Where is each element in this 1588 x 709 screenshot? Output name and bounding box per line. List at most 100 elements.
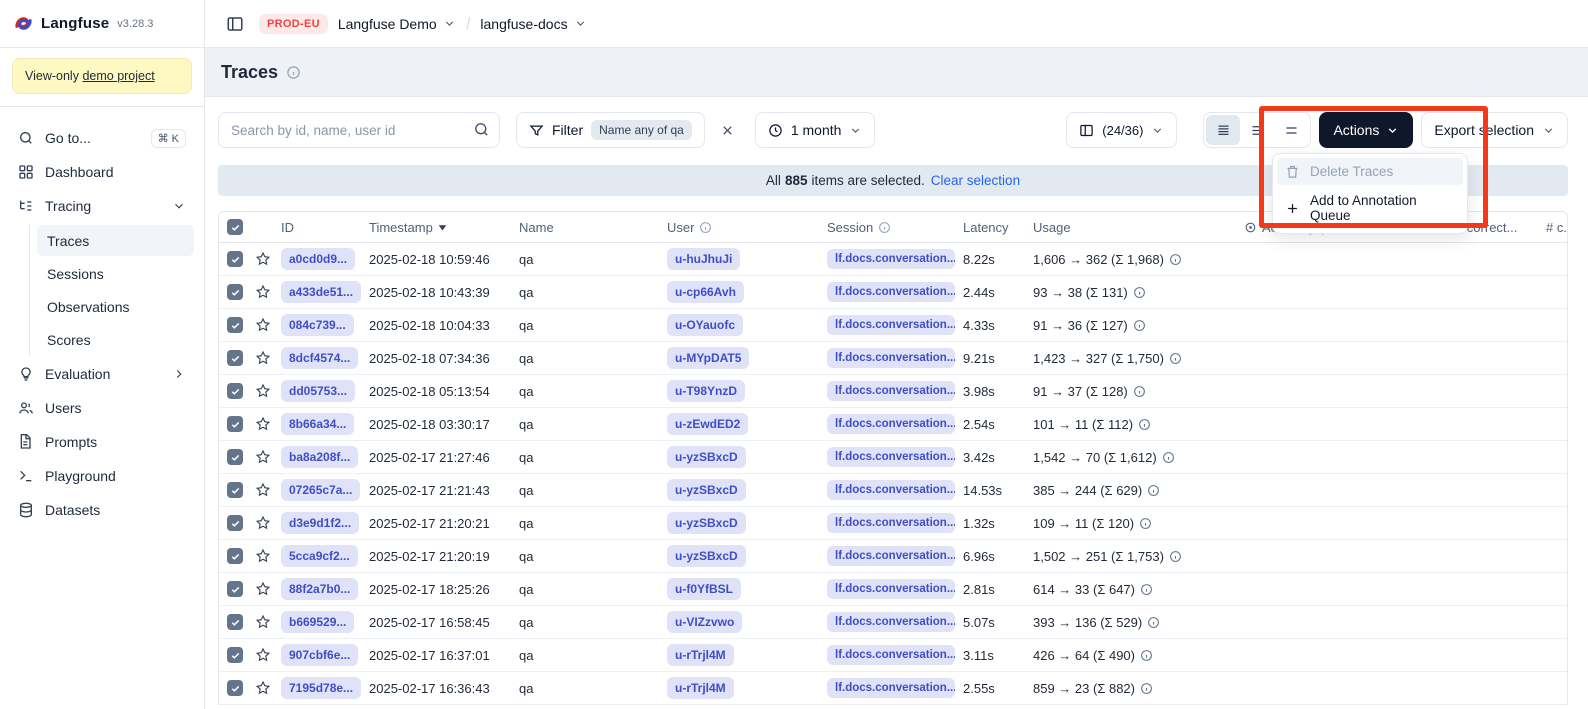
trace-row[interactable]: 907cbf6e...2025-02-17 16:37:01qau-rTrjl4… <box>219 639 1567 672</box>
trace-id-badge[interactable]: dd05753... <box>281 380 355 402</box>
row-checkbox[interactable] <box>227 449 243 465</box>
trace-row[interactable]: dd05753...2025-02-18 05:13:54qau-T98YnzD… <box>219 375 1567 408</box>
session-badge[interactable]: lf.docs.conversation... <box>827 612 955 632</box>
info-icon[interactable] <box>1133 286 1146 299</box>
row-checkbox[interactable] <box>227 350 243 366</box>
info-icon[interactable] <box>1140 649 1153 662</box>
trace-row[interactable]: 88f2a7b0...2025-02-17 18:25:26qau-f0YfBS… <box>219 573 1567 606</box>
trace-id-badge[interactable]: b669529... <box>281 611 354 633</box>
info-icon[interactable] <box>1138 418 1151 431</box>
user-badge[interactable]: u-rTrjl4M <box>667 677 734 699</box>
star-icon[interactable] <box>255 449 271 465</box>
demo-project-link[interactable]: demo project <box>82 69 154 83</box>
menu-item-add-to-annotation-queue[interactable]: Add to Annotation Queue <box>1277 187 1463 229</box>
row-checkbox[interactable] <box>227 614 243 630</box>
header-user[interactable]: User <box>667 220 827 235</box>
trace-row[interactable]: 084c739...2025-02-18 10:04:33qau-OYauofc… <box>219 309 1567 342</box>
org-selector[interactable]: Langfuse Demo <box>338 16 456 32</box>
columns-button[interactable]: (24/36) <box>1066 112 1177 148</box>
user-badge[interactable]: u-rTrjl4M <box>667 644 734 666</box>
user-badge[interactable]: u-yzSBxcD <box>667 545 746 567</box>
project-selector[interactable]: langfuse-docs <box>480 16 586 32</box>
row-checkbox[interactable] <box>227 284 243 300</box>
info-icon[interactable] <box>1139 517 1152 530</box>
info-icon[interactable] <box>1147 484 1160 497</box>
row-checkbox[interactable] <box>227 482 243 498</box>
star-icon[interactable] <box>255 251 271 267</box>
row-height-large-icon[interactable] <box>1274 115 1308 145</box>
trace-row[interactable]: a0cd0d9...2025-02-18 10:59:46qau-huJhuJi… <box>219 243 1567 276</box>
info-icon[interactable] <box>1169 253 1182 266</box>
info-icon[interactable] <box>1169 352 1182 365</box>
info-icon[interactable] <box>1140 682 1153 695</box>
trace-id-badge[interactable]: 7195d78e... <box>281 677 361 699</box>
star-icon[interactable] <box>255 581 271 597</box>
trace-id-badge[interactable]: a433de51... <box>281 281 361 303</box>
sidebar-item-datasets[interactable]: Datasets <box>10 493 194 527</box>
session-badge[interactable]: lf.docs.conversation... <box>827 315 955 335</box>
info-icon[interactable] <box>1133 319 1146 332</box>
row-checkbox[interactable] <box>227 515 243 531</box>
sidebar-item-users[interactable]: Users <box>10 391 194 425</box>
header-name[interactable]: Name <box>519 220 667 235</box>
search-input[interactable] <box>218 112 500 148</box>
star-icon[interactable] <box>255 416 271 432</box>
trace-id-badge[interactable]: a0cd0d9... <box>281 248 355 270</box>
trace-id-badge[interactable]: 8b66a34... <box>281 413 354 435</box>
clear-filter-icon[interactable] <box>713 115 743 145</box>
star-icon[interactable] <box>255 614 271 630</box>
user-badge[interactable]: u-yzSBxcD <box>667 446 746 468</box>
session-badge[interactable]: lf.docs.conversation... <box>827 447 955 467</box>
trace-id-badge[interactable]: 084c739... <box>281 314 354 336</box>
star-icon[interactable] <box>255 317 271 333</box>
info-icon[interactable] <box>1147 616 1160 629</box>
trace-id-badge[interactable]: ba8a208f... <box>281 446 358 468</box>
sidebar-item-sessions[interactable]: Sessions <box>37 258 194 289</box>
time-range-button[interactable]: 1 month <box>755 112 876 148</box>
user-badge[interactable]: u-MYpDAT5 <box>667 347 749 369</box>
sidebar-item-tracing[interactable]: Tracing <box>10 189 194 223</box>
sidebar-item-prompts[interactable]: Prompts <box>10 425 194 459</box>
trace-id-badge[interactable]: 8dcf4574... <box>281 347 358 369</box>
session-badge[interactable]: lf.docs.conversation... <box>827 282 955 302</box>
trace-row[interactable]: 7195d78e...2025-02-17 16:36:43qau-rTrjl4… <box>219 672 1567 705</box>
session-badge[interactable]: lf.docs.conversation... <box>827 678 955 698</box>
clear-selection-link[interactable]: Clear selection <box>931 173 1020 188</box>
sidebar-item-observations[interactable]: Observations <box>37 291 194 322</box>
trace-id-badge[interactable]: d3e9d1f2... <box>281 512 359 534</box>
user-badge[interactable]: u-OYauofc <box>667 314 743 336</box>
info-icon[interactable] <box>1140 583 1153 596</box>
star-icon[interactable] <box>255 515 271 531</box>
trace-id-badge[interactable]: 5cca9cf2... <box>281 545 358 567</box>
star-icon[interactable] <box>255 383 271 399</box>
row-checkbox[interactable] <box>227 416 243 432</box>
user-badge[interactable]: u-cp66Avh <box>667 281 744 303</box>
row-checkbox[interactable] <box>227 548 243 564</box>
star-icon[interactable] <box>255 350 271 366</box>
header-session[interactable]: Session <box>827 220 963 235</box>
actions-button[interactable]: Actions <box>1319 112 1413 148</box>
row-checkbox[interactable] <box>227 581 243 597</box>
select-all-checkbox[interactable] <box>227 219 243 235</box>
trace-row[interactable]: 8b66a34...2025-02-18 03:30:17qau-zEwdED2… <box>219 408 1567 441</box>
row-checkbox[interactable] <box>227 647 243 663</box>
export-selection-button[interactable]: Export selection <box>1421 112 1568 148</box>
trace-row[interactable]: b669529...2025-02-17 16:58:45qau-VIZzvwo… <box>219 606 1567 639</box>
trace-row[interactable]: ba8a208f...2025-02-17 21:27:46qau-yzSBxc… <box>219 441 1567 474</box>
user-badge[interactable]: u-yzSBxcD <box>667 479 746 501</box>
info-icon[interactable] <box>1162 451 1175 464</box>
row-height-medium-icon[interactable] <box>1240 115 1274 145</box>
session-badge[interactable]: lf.docs.conversation... <box>827 480 955 500</box>
trace-row[interactable]: a433de51...2025-02-18 10:43:39qau-cp66Av… <box>219 276 1567 309</box>
session-badge[interactable]: lf.docs.conversation... <box>827 414 955 434</box>
user-badge[interactable]: u-T98YnzD <box>667 380 745 402</box>
user-badge[interactable]: u-yzSBxcD <box>667 512 746 534</box>
trace-id-badge[interactable]: 88f2a7b0... <box>281 578 358 600</box>
trace-id-badge[interactable]: 07265c7a... <box>281 479 360 501</box>
trace-id-badge[interactable]: 907cbf6e... <box>281 644 358 666</box>
star-icon[interactable] <box>255 680 271 696</box>
trace-row[interactable]: d3e9d1f2...2025-02-17 21:20:21qau-yzSBxc… <box>219 507 1567 540</box>
user-badge[interactable]: u-huJhuJi <box>667 248 740 270</box>
session-badge[interactable]: lf.docs.conversation... <box>827 546 955 566</box>
header-id[interactable]: ID <box>281 220 369 235</box>
